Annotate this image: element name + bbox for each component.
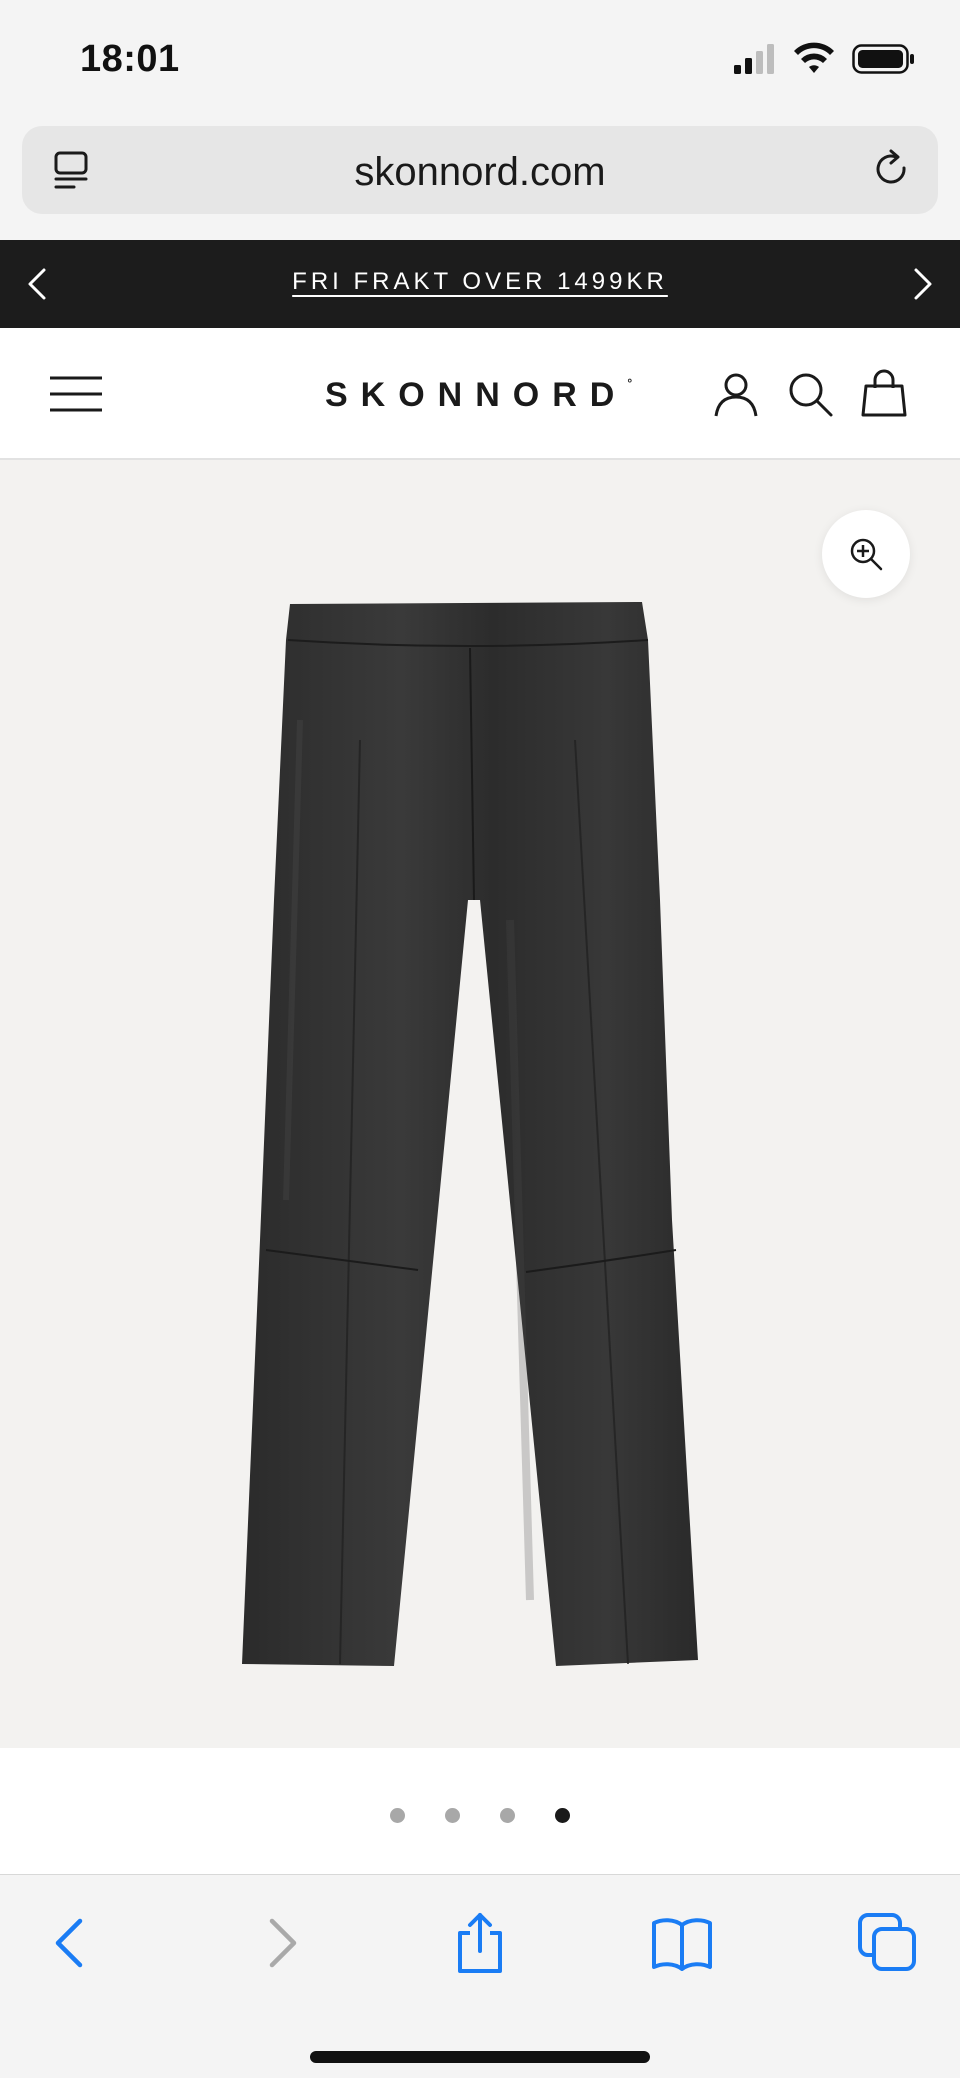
home-indicator bbox=[310, 2051, 650, 2063]
promo-banner: FRI FRAKT OVER 1499KR bbox=[0, 240, 960, 328]
forward-chevron-icon[interactable] bbox=[248, 1911, 312, 1975]
status-icons bbox=[732, 42, 916, 76]
product-image-pants[interactable] bbox=[230, 600, 730, 1680]
back-chevron-icon[interactable] bbox=[40, 1911, 104, 1975]
carousel-dot[interactable] bbox=[390, 1808, 405, 1823]
battery-icon bbox=[852, 44, 914, 74]
tabs-icon[interactable] bbox=[856, 1911, 920, 1975]
zoom-in-icon bbox=[850, 538, 883, 571]
hamburger-menu-icon[interactable] bbox=[48, 372, 104, 416]
status-bar: 18:01 bbox=[0, 0, 960, 120]
reload-icon[interactable] bbox=[870, 148, 914, 192]
browser-toolbar bbox=[0, 1874, 960, 2078]
address-bar-container: skonnord.com bbox=[0, 120, 960, 240]
promo-link[interactable]: FRI FRAKT OVER 1499KR bbox=[0, 268, 960, 296]
site-header: SKONNORD° bbox=[0, 328, 960, 460]
site-logo[interactable]: SKONNORD° bbox=[325, 376, 632, 415]
product-gallery[interactable] bbox=[0, 460, 960, 1748]
address-bar[interactable]: skonnord.com bbox=[22, 126, 938, 214]
account-icon[interactable] bbox=[712, 370, 760, 418]
logo-trademark-mark: ° bbox=[627, 376, 633, 390]
shopping-bag-icon[interactable] bbox=[860, 368, 908, 418]
carousel-dot[interactable] bbox=[445, 1808, 460, 1823]
share-icon[interactable] bbox=[448, 1911, 512, 1975]
zoom-button[interactable] bbox=[822, 510, 910, 598]
promo-next-chevron-icon[interactable] bbox=[900, 262, 944, 306]
carousel-pagination bbox=[0, 1748, 960, 1874]
carousel-dot[interactable] bbox=[555, 1808, 570, 1823]
cellular-signal-icon bbox=[734, 44, 774, 74]
search-icon[interactable] bbox=[786, 370, 834, 418]
carousel-dot[interactable] bbox=[500, 1808, 515, 1823]
bookmarks-book-icon[interactable] bbox=[650, 1911, 714, 1975]
logo-text: SKONNORD bbox=[325, 376, 628, 414]
wifi-icon bbox=[794, 42, 834, 73]
url-text[interactable]: skonnord.com bbox=[22, 150, 938, 195]
status-time: 18:01 bbox=[80, 38, 180, 80]
carousel-dots bbox=[0, 1808, 960, 1823]
